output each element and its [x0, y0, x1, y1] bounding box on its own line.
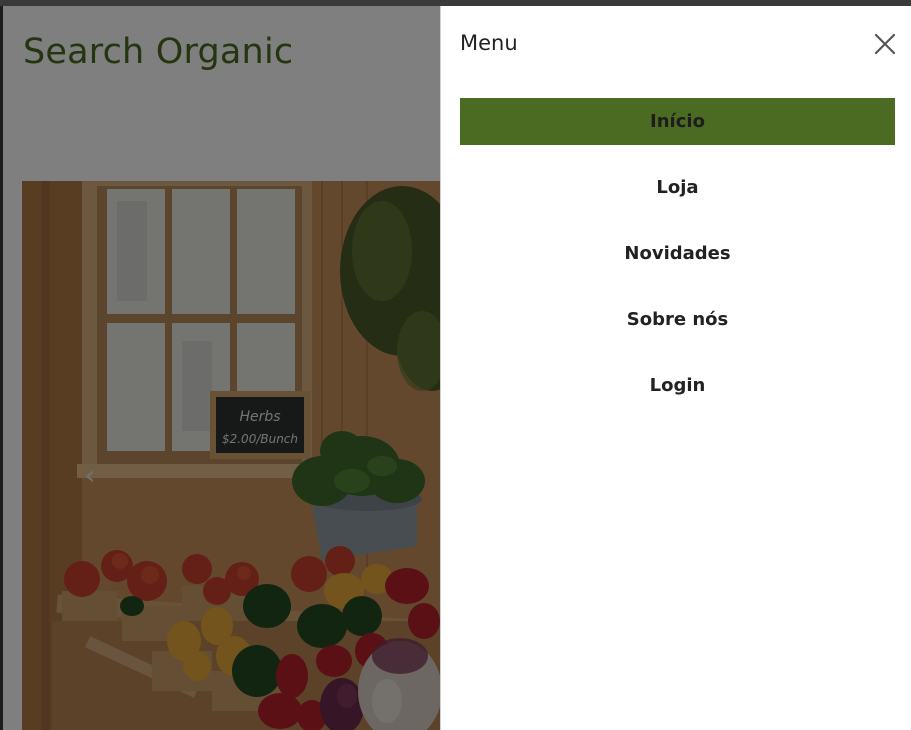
drawer-title: Menu — [460, 31, 518, 55]
modal-backdrop[interactable] — [0, 6, 440, 730]
close-icon[interactable] — [871, 30, 899, 58]
menu-item-novidades[interactable]: Novidades — [460, 230, 895, 277]
menu-item-inicio[interactable]: Início — [460, 98, 895, 145]
menu-item-sobre-nos[interactable]: Sobre nós — [460, 296, 895, 343]
menu-item-login[interactable]: Login — [460, 362, 895, 409]
menu-list: Início Loja Novidades Sobre nós Login — [460, 98, 895, 428]
menu-item-loja[interactable]: Loja — [460, 164, 895, 211]
menu-drawer: Menu Início Loja Novidades Sobre nós Log… — [440, 6, 911, 730]
